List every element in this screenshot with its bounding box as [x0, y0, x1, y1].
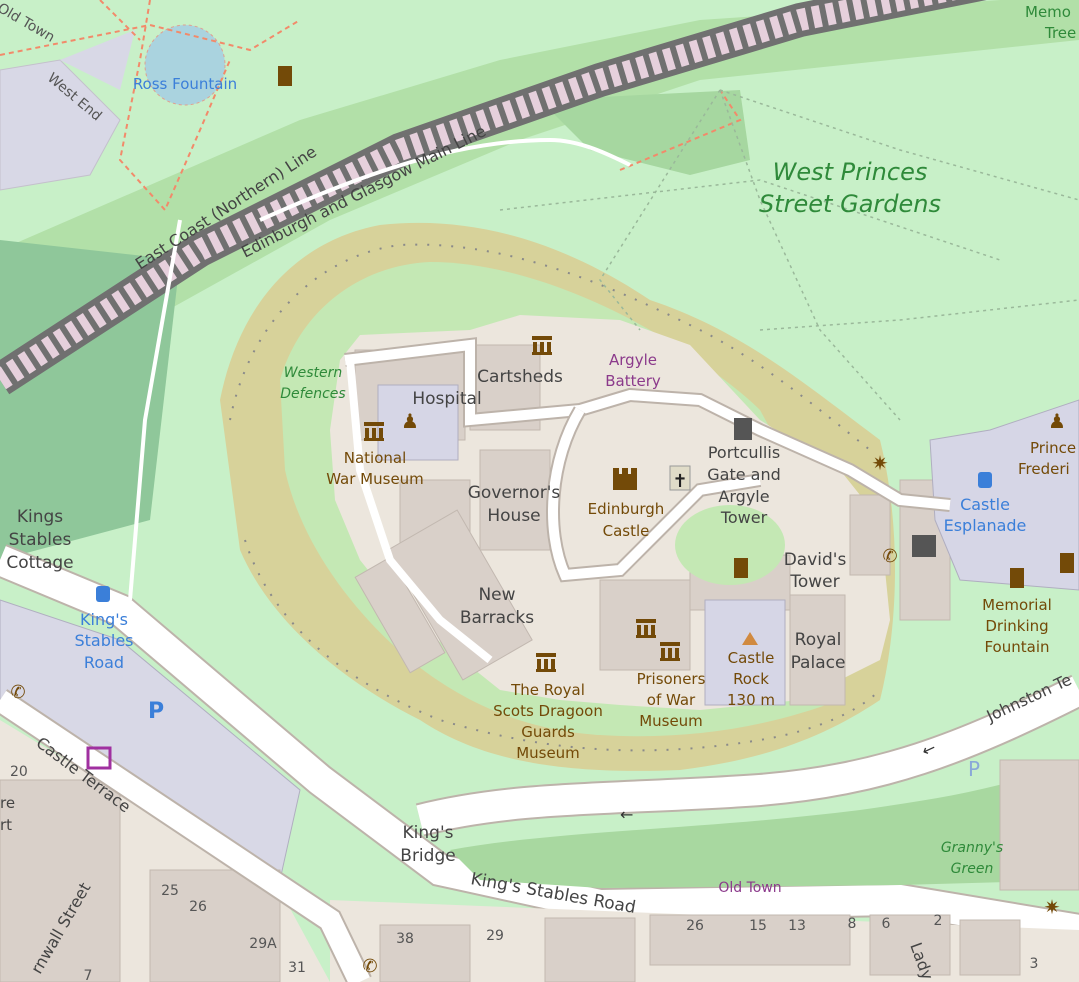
label-defences: Defences — [280, 386, 345, 402]
label-royal-scots-1: The Royal — [510, 681, 585, 699]
label-trees: Tree — [1044, 24, 1076, 42]
label-bus-stop-2: Stables — [74, 631, 133, 650]
castle-icon[interactable] — [613, 468, 637, 490]
label-cartsheds: Cartsheds — [477, 367, 563, 387]
label-grannys-1: Granny's — [941, 840, 1003, 856]
label-num-8: 8 — [848, 916, 857, 932]
label-num-26: 26 — [189, 899, 207, 915]
label-royal-scots-4: Museum — [516, 744, 580, 762]
label-num-29a: 29A — [249, 936, 277, 952]
phone-icon-west: ✆ — [10, 682, 25, 703]
label-davids-tower: Tower — [789, 572, 839, 592]
label-new: New — [478, 585, 515, 605]
bus-stop-icon-esplanade[interactable] — [978, 472, 992, 488]
label-royal: Royal — [795, 630, 842, 650]
label-national: National — [344, 449, 407, 467]
label-prisoners-1: Prisoners — [637, 670, 706, 688]
label-memorial-trees: Memo — [1025, 3, 1071, 21]
label-davids: David's — [784, 550, 847, 570]
label-bus-stop-3: Road — [84, 653, 124, 672]
label-governors: Governor's — [468, 483, 561, 503]
parking-icon[interactable]: P — [148, 699, 164, 724]
cross-icon: ✝ — [672, 471, 687, 492]
label-tower: Tower — [720, 508, 768, 527]
label-royal-scots-2: Scots Dragoon — [493, 702, 603, 720]
memorial-icon-east — [1060, 553, 1074, 573]
label-num-31: 31 — [288, 960, 306, 976]
label-portcullis: Portcullis — [708, 443, 780, 462]
label-battery: Battery — [605, 372, 661, 390]
label-ross-fountain: Ross Fountain — [133, 75, 237, 93]
tower-icon-esplanade — [912, 535, 936, 557]
viewpoint-icon-south: ✷ — [1044, 895, 1061, 919]
label-castle-esplanade-2: Esplanade — [944, 516, 1027, 535]
oneway-arrow-icon: ← — [620, 805, 633, 824]
label-old-town: Old Town — [718, 880, 781, 896]
label-num-7: 7 — [84, 968, 93, 982]
label-frederick: Frederi — [1018, 460, 1070, 478]
label-rt: rt — [0, 816, 12, 834]
phone-icon-south: ✆ — [362, 956, 377, 977]
map-canvas[interactable]: P P ✝ ♟ ♟ ✷ ✷ ✆ ✆ ✆ West Princes Street … — [0, 0, 1079, 982]
label-edinburgh: Edinburgh — [588, 500, 665, 518]
label-memorial-1: Memorial — [982, 596, 1052, 614]
label-argyle: Argyle — [609, 351, 657, 369]
label-gate-and: Gate and — [707, 465, 781, 484]
label-palace: Palace — [791, 653, 846, 673]
phone-icon: ✆ — [882, 546, 897, 567]
label-western: Western — [284, 365, 342, 381]
bus-stop-icon[interactable] — [96, 586, 110, 602]
label-house: House — [487, 506, 540, 526]
label-num-2: 2 — [934, 913, 943, 929]
label-num-38: 38 — [396, 931, 414, 947]
label-num-26b: 26 — [686, 918, 704, 934]
label-royal-scots-3: Guards — [521, 723, 575, 741]
label-castle-rock-1: Castle — [728, 649, 775, 667]
label-kings-stables-1: Kings — [17, 507, 63, 527]
ross-fountain-pond — [144, 24, 226, 106]
museum-icon-royal-scots — [536, 653, 556, 672]
label-argyle-tower: Argyle — [718, 487, 769, 506]
label-num-25: 25 — [161, 883, 179, 899]
statue-icon: ♟ — [401, 409, 419, 433]
museum-icon-national-war — [364, 422, 384, 441]
label-castle-esplanade-1: Castle — [960, 495, 1010, 514]
parking-icon-east[interactable]: P — [968, 757, 980, 781]
label-west-princes: West Princes — [773, 158, 928, 186]
tower-icon-portcullis — [734, 418, 752, 440]
museum-icon-cartsheds — [532, 336, 552, 355]
label-num-15: 15 — [749, 918, 767, 934]
label-kings-stables-3: Cottage — [6, 553, 73, 573]
label-bus-stop-1: King's — [80, 610, 128, 629]
label-hospital: Hospital — [412, 389, 481, 409]
statue-icon-prince: ♟ — [1048, 409, 1066, 433]
label-prince: Prince — [1030, 439, 1076, 457]
label-war-museum: War Museum — [326, 470, 424, 488]
label-memorial-2: Drinking — [985, 617, 1048, 635]
label-num-3: 3 — [1030, 956, 1039, 972]
label-barracks: Barracks — [460, 608, 534, 628]
label-num-6: 6 — [882, 916, 891, 932]
memorial-icon-park — [278, 66, 292, 86]
label-kings-stables-2: Stables — [9, 530, 72, 550]
label-prisoners-3: Museum — [639, 712, 703, 730]
viewpoint-icon: ✷ — [872, 451, 889, 475]
label-castle: Castle — [603, 522, 650, 540]
label-num-13: 13 — [788, 918, 806, 934]
museum-icon-prisoners — [660, 642, 680, 661]
label-castle-rock-2: Rock — [733, 670, 769, 688]
memorial-icon-fountain — [1010, 568, 1024, 588]
label-kings-bridge-1: King's — [403, 823, 454, 843]
label-street-gardens: Street Gardens — [759, 190, 941, 218]
label-num-29: 29 — [486, 928, 504, 944]
label-20: 20 — [10, 764, 28, 780]
label-grannys-2: Green — [951, 861, 994, 877]
label-castle-rock-3: 130 m — [727, 691, 775, 709]
label-memorial-3: Fountain — [984, 638, 1049, 656]
label-kings-bridge-2: Bridge — [400, 846, 455, 866]
memorial-icon-davids — [734, 558, 748, 578]
label-prisoners-2: of War — [647, 691, 696, 709]
label-re: re — [0, 794, 15, 812]
museum-icon-prisoners-2 — [636, 619, 656, 638]
